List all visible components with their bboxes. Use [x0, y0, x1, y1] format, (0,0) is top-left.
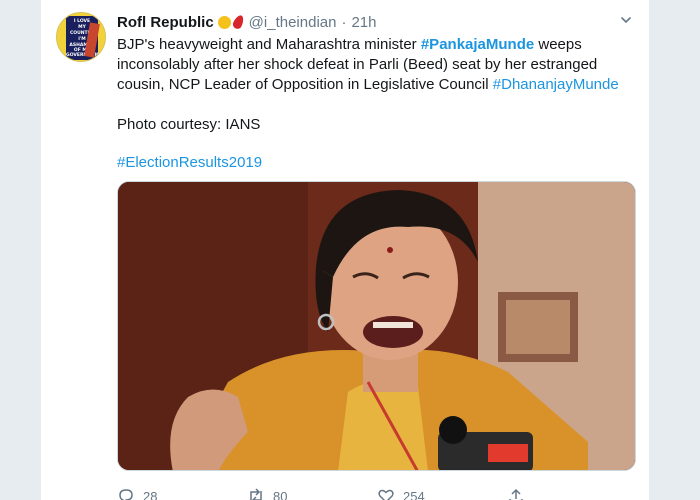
reply-icon [119, 489, 133, 500]
photo-blouse [338, 380, 428, 470]
author-name[interactable]: Rofl Republic [117, 14, 214, 31]
tweet-body: BJP's heavyweight and Maharashtra minist… [117, 35, 637, 95]
chevron-down-icon[interactable] [621, 15, 631, 25]
photo-mic-flag [488, 444, 528, 462]
photo-credit: Photo courtesy: IANS [117, 116, 261, 133]
lemon-icon [217, 15, 231, 29]
like-button[interactable]: 254 [377, 486, 507, 500]
tweet-actions: 28 80 254 [117, 486, 637, 500]
chili-pepper-icon [231, 13, 246, 31]
tweet-text: BJP's heavyweight and Maharashtra minist… [117, 35, 637, 173]
avatar[interactable]: I LOVE MY COUNTRY I'M ASHAMED OF MY GOVE… [56, 12, 106, 62]
like-count: 254 [403, 488, 425, 500]
photo-wall-frame-inner [506, 300, 570, 354]
author-handle[interactable]: @i_theindian [249, 14, 337, 31]
hashtag-link[interactable]: #PankajaMunde [421, 36, 534, 53]
photo-bindi [387, 247, 393, 253]
photo-mic-head [439, 416, 467, 444]
share-icon [509, 488, 523, 500]
photo-mouth [363, 316, 423, 348]
separator-dot: · [341, 13, 347, 31]
photo-illustration [118, 182, 635, 470]
photo-teeth [373, 322, 413, 328]
retweet-count: 80 [273, 488, 288, 500]
share-button[interactable] [507, 486, 637, 500]
hashtag-link[interactable]: #DhananjayMunde [493, 76, 619, 93]
tweet-text-segment: BJP's heavyweight and Maharashtra minist… [117, 36, 421, 53]
reply-button[interactable]: 28 [117, 486, 247, 500]
tweet-header: Rofl Republic @i_theindian · 21h [117, 12, 377, 32]
heart-icon [378, 489, 394, 500]
timestamp[interactable]: 21h [351, 14, 376, 31]
reply-count: 28 [143, 488, 158, 500]
tweet-photo[interactable] [117, 181, 636, 471]
tweet-card[interactable]: I LOVE MY COUNTRY I'M ASHAMED OF MY GOVE… [40, 0, 650, 500]
hashtag-link[interactable]: #ElectionResults2019 [117, 154, 262, 171]
retweet-icon [250, 488, 262, 500]
retweet-button[interactable]: 80 [247, 486, 377, 500]
